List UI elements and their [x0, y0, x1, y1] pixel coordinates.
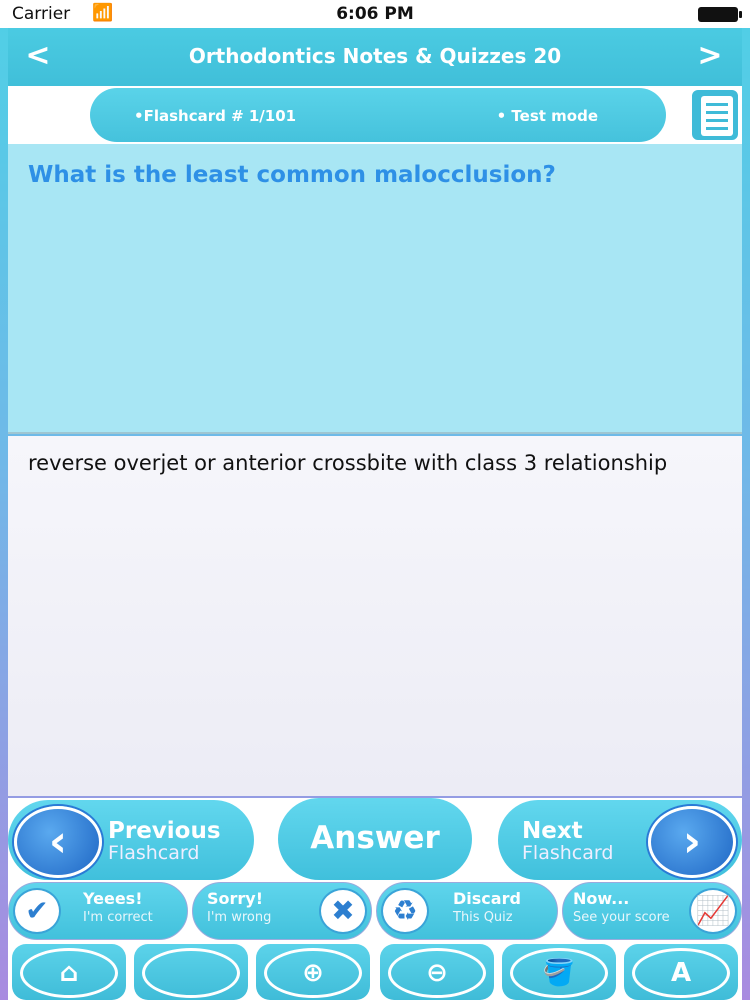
question-text: What is the least common malocclusion?: [28, 162, 556, 188]
wrong-button[interactable]: Sorry! I'm wrong ✖: [192, 882, 372, 940]
bar-chart-icon: 📈: [689, 888, 737, 934]
previous-label: Previous: [108, 818, 221, 844]
zoom-in-icon: ⊕: [264, 948, 362, 998]
recycle-icon: ♻: [381, 888, 429, 934]
zoom-out-button[interactable]: ⊖: [380, 944, 494, 1000]
answer-text: reverse overjet or anterior crossbite wi…: [28, 451, 668, 475]
paint-bucket-button[interactable]: 🪣: [502, 944, 616, 1000]
mode-label: • Test mode: [496, 107, 598, 125]
font-button[interactable]: A: [624, 944, 738, 1000]
chevron-left-icon: ‹: [14, 806, 102, 878]
status-time: 6:06 PM: [336, 4, 414, 24]
prev-quiz-button[interactable]: <: [18, 38, 58, 73]
answer-label: Answer: [310, 820, 440, 856]
next-sublabel: Flashcard: [522, 842, 614, 864]
status-bar: Carrier 📶 6:06 PM: [0, 0, 750, 28]
correct-sublabel: I'm correct: [83, 910, 153, 925]
checkmark-icon: ✔: [13, 888, 61, 934]
score-sublabel: See your score: [573, 910, 670, 925]
next-label: Next: [522, 818, 583, 844]
home-icon: ⌂: [20, 948, 118, 998]
previous-sublabel: Flashcard: [108, 842, 200, 864]
discard-button[interactable]: ♻ Discard This Quiz: [376, 882, 558, 940]
answer-panel: reverse overjet or anterior crossbite wi…: [8, 436, 742, 796]
battery-icon: [698, 7, 742, 22]
cross-icon: ✖: [319, 888, 367, 934]
discard-sublabel: This Quiz: [453, 910, 513, 925]
info-pill: •Flashcard # 1/101 • Test mode: [90, 88, 666, 142]
next-quiz-button[interactable]: >: [690, 38, 730, 73]
zoom-in-button[interactable]: ⊕: [256, 944, 370, 1000]
control-panel: ‹ Previous Flashcard Answer Next Flashca…: [8, 798, 742, 1000]
discard-label: Discard: [453, 889, 521, 908]
blank-icon: [142, 948, 240, 998]
wrong-sublabel: I'm wrong: [207, 910, 272, 925]
paint-bucket-icon: 🪣: [510, 948, 608, 998]
page-title: Orthodontics Notes & Quizzes 20: [188, 44, 562, 68]
answer-button[interactable]: Answer: [278, 798, 472, 880]
correct-label: Yeees!: [83, 889, 143, 908]
chevron-right-icon: ›: [648, 806, 736, 878]
previous-flashcard-button[interactable]: ‹ Previous Flashcard: [8, 800, 254, 880]
blank-button[interactable]: [134, 944, 248, 1000]
zoom-out-icon: ⊖: [388, 948, 486, 998]
home-button[interactable]: ⌂: [12, 944, 126, 1000]
list-sheet: [701, 96, 733, 136]
correct-button[interactable]: ✔ Yeees! I'm correct: [8, 882, 188, 940]
next-flashcard-button[interactable]: Next Flashcard ›: [498, 800, 742, 880]
score-button[interactable]: Now... See your score 📈: [562, 882, 742, 940]
font-icon: A: [632, 948, 730, 998]
score-label: Now...: [573, 889, 630, 908]
list-icon[interactable]: [690, 88, 740, 142]
info-bar: •Flashcard # 1/101 • Test mode: [8, 86, 742, 144]
wrong-label: Sorry!: [207, 889, 264, 908]
flashcard-counter: •Flashcard # 1/101: [134, 107, 297, 125]
question-panel: What is the least common malocclusion?: [8, 144, 742, 434]
nav-bar: < Orthodontics Notes & Quizzes 20 >: [8, 28, 742, 86]
